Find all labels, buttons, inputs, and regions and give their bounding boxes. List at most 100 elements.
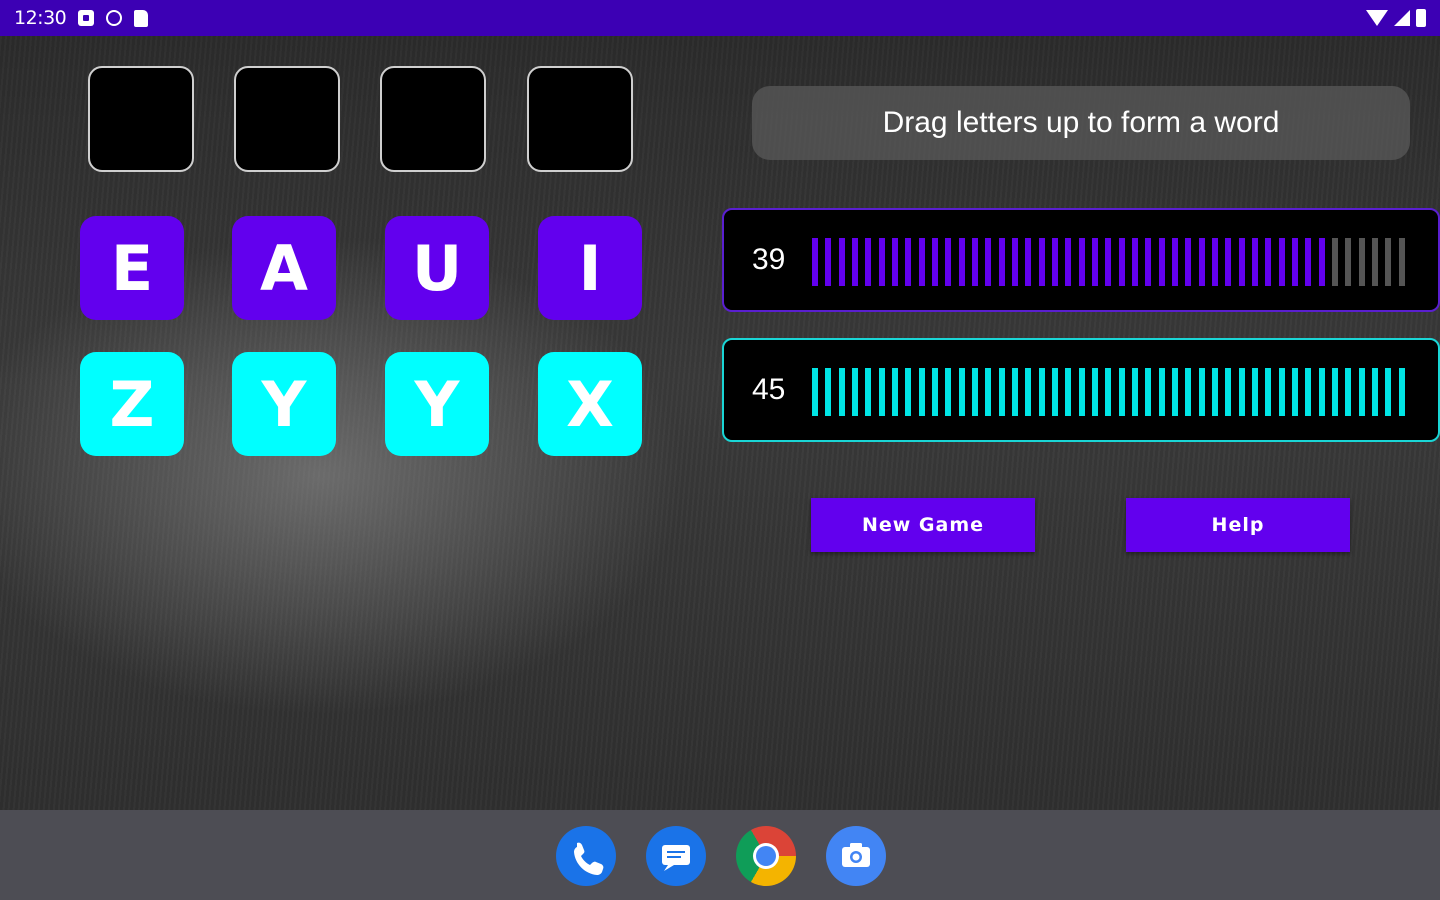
vowel-meter-bar bbox=[812, 238, 818, 286]
vowel-tile-3[interactable]: U bbox=[385, 216, 489, 320]
consonant-meter-bar bbox=[1265, 368, 1272, 416]
consonant-meter-bar bbox=[1145, 368, 1152, 416]
vowel-meter-bar bbox=[1252, 238, 1258, 286]
vowel-meter-bar bbox=[838, 238, 845, 286]
consonant-meter-bar bbox=[1398, 368, 1405, 416]
consonant-meter-bar bbox=[1225, 368, 1232, 416]
vowel-meter-bar bbox=[1065, 238, 1072, 286]
consonant-meter-bar bbox=[1252, 368, 1258, 416]
vowel-meter-bar bbox=[1145, 238, 1152, 286]
vowel-meter-bar bbox=[1385, 238, 1392, 286]
consonant-meter-bar bbox=[878, 368, 885, 416]
vowel-meter-bar bbox=[1278, 238, 1285, 286]
vowel-meter-bar bbox=[1172, 238, 1178, 286]
vowel-meter-bar bbox=[892, 238, 898, 286]
answer-slot-2[interactable] bbox=[234, 66, 340, 172]
vowel-meter-bar bbox=[825, 238, 832, 286]
vowel-meter-bar bbox=[1012, 238, 1018, 286]
chrome-icon[interactable] bbox=[736, 826, 796, 886]
vowel-meter-bar bbox=[972, 238, 978, 286]
vowel-meter-bar bbox=[985, 238, 992, 286]
answer-slot-3[interactable] bbox=[380, 66, 486, 172]
vowel-meter-bar bbox=[1212, 238, 1218, 286]
vowel-meter-bars bbox=[812, 238, 1412, 286]
vowel-meter-bar bbox=[878, 238, 885, 286]
status-bar: 12:30 bbox=[0, 0, 1440, 36]
vowel-tile-1[interactable]: E bbox=[80, 216, 184, 320]
consonant-meter-count: 45 bbox=[752, 373, 786, 406]
vowel-meter-bar bbox=[1225, 238, 1232, 286]
consonant-meter-bar bbox=[932, 368, 938, 416]
sd-card-icon bbox=[134, 9, 149, 27]
vowel-meter-bar bbox=[1318, 238, 1325, 286]
consonant-tile-3[interactable]: Y bbox=[385, 352, 489, 456]
consonant-meter-bar bbox=[1065, 368, 1072, 416]
consonant-meter-bar bbox=[1025, 368, 1032, 416]
consonant-meter-bar bbox=[1212, 368, 1218, 416]
consonant-meter: 45 bbox=[722, 338, 1440, 442]
consonant-meter-bar bbox=[812, 368, 818, 416]
consonant-meter-bars bbox=[812, 368, 1412, 416]
consonant-tile-2[interactable]: Y bbox=[232, 352, 336, 456]
consonant-meter-bar bbox=[1185, 368, 1192, 416]
consonant-meter-bar bbox=[1132, 368, 1138, 416]
consonant-meter-bar bbox=[1052, 368, 1058, 416]
status-time: 12:30 bbox=[14, 7, 67, 29]
consonant-meter-bar bbox=[852, 368, 858, 416]
consonant-meter-bar bbox=[985, 368, 992, 416]
answer-slot-4[interactable] bbox=[527, 66, 633, 172]
consonant-meter-bar bbox=[1198, 368, 1205, 416]
consonant-meter-bar bbox=[1238, 368, 1245, 416]
consonant-tile-4[interactable]: X bbox=[538, 352, 642, 456]
vowel-meter-bar bbox=[1025, 238, 1032, 286]
consonant-meter-bar bbox=[945, 368, 952, 416]
vowel-meter-bar bbox=[1372, 238, 1378, 286]
help-button[interactable]: Help bbox=[1126, 498, 1350, 552]
consonant-meter-bar bbox=[1105, 368, 1112, 416]
vowel-meter-bar bbox=[1185, 238, 1192, 286]
phone-icon[interactable] bbox=[556, 826, 616, 886]
vowel-meter-bar bbox=[1332, 238, 1338, 286]
vowel-tile-2[interactable]: A bbox=[232, 216, 336, 320]
consonant-meter-bar bbox=[1332, 368, 1338, 416]
consonant-meter-bar bbox=[1385, 368, 1392, 416]
vowel-meter-bar bbox=[1198, 238, 1205, 286]
consonant-meter-bar bbox=[1012, 368, 1018, 416]
vowel-meter-bar bbox=[1398, 238, 1405, 286]
consonant-meter-bar bbox=[825, 368, 832, 416]
vowel-meter-bar bbox=[1092, 238, 1098, 286]
vowel-meter-bar bbox=[1158, 238, 1165, 286]
consonant-meter-bar bbox=[1345, 368, 1352, 416]
vowel-meter-bar bbox=[1132, 238, 1138, 286]
app-dock bbox=[0, 810, 1440, 900]
vowel-meter-bar bbox=[958, 238, 965, 286]
vowel-meter-bar bbox=[1078, 238, 1085, 286]
consonant-meter-bar bbox=[838, 368, 845, 416]
cell-signal-icon bbox=[1394, 10, 1410, 26]
new-game-button[interactable]: New Game bbox=[811, 498, 1035, 552]
consonant-meter-bar bbox=[1118, 368, 1125, 416]
status-right bbox=[1366, 9, 1426, 27]
consonant-meter-bar bbox=[1078, 368, 1085, 416]
vowel-tile-4[interactable]: I bbox=[538, 216, 642, 320]
consonant-meter-bar bbox=[1372, 368, 1378, 416]
answer-slot-1[interactable] bbox=[88, 66, 194, 172]
sync-icon bbox=[106, 10, 123, 26]
consonant-meter-bar bbox=[1358, 368, 1365, 416]
vowel-meter-bar bbox=[998, 238, 1005, 286]
consonant-meter-bar bbox=[918, 368, 925, 416]
consonant-meter-bar bbox=[972, 368, 978, 416]
consonant-meter-bar bbox=[1172, 368, 1178, 416]
consonant-meter-bar bbox=[1278, 368, 1285, 416]
vowel-meter-bar bbox=[945, 238, 952, 286]
vowel-meter-bar bbox=[1038, 238, 1045, 286]
vowel-meter-bar bbox=[1052, 238, 1058, 286]
battery-icon bbox=[1416, 9, 1426, 27]
consonant-meter-bar bbox=[1292, 368, 1298, 416]
consonant-meter-bar bbox=[865, 368, 872, 416]
vowel-meter-bar bbox=[1358, 238, 1365, 286]
messages-icon[interactable] bbox=[646, 826, 706, 886]
consonant-meter-bar bbox=[1305, 368, 1312, 416]
camera-icon[interactable] bbox=[826, 826, 886, 886]
consonant-tile-1[interactable]: Z bbox=[80, 352, 184, 456]
